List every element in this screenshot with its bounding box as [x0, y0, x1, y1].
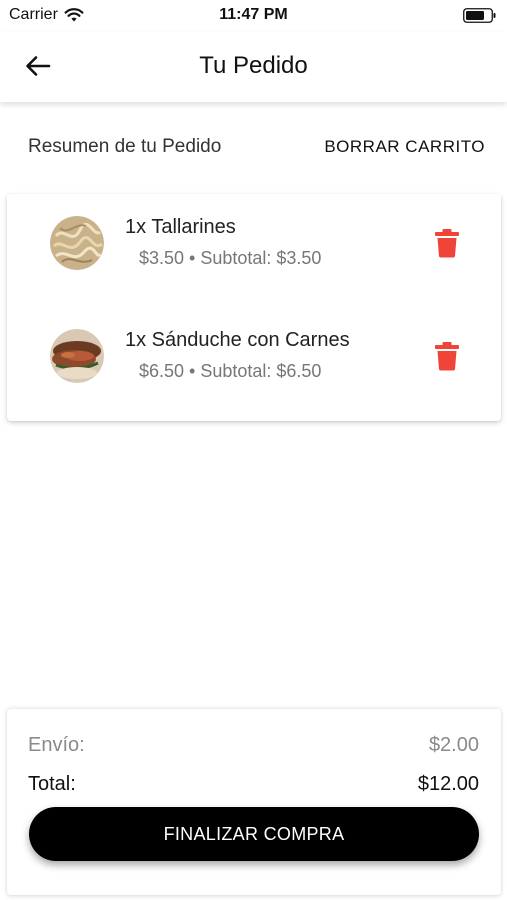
clear-cart-button[interactable]: BORRAR CARRITO [324, 137, 485, 157]
shipping-row: Envío: $2.00 [28, 734, 479, 757]
order-items-card: 1x Tallarines $3.50 • Subtotal: $3.50 1x… [7, 194, 501, 421]
item-thumbnail [50, 329, 104, 383]
shipping-label: Envío: [28, 734, 85, 756]
app-header: Tu Pedido [0, 32, 507, 102]
page-title: Tu Pedido [199, 52, 308, 79]
item-thumbnail [50, 216, 104, 270]
summary-row: Resumen de tu Pedido BORRAR CARRITO [28, 132, 485, 162]
order-item: 1x Tallarines $3.50 • Subtotal: $3.50 [7, 206, 501, 306]
trash-icon[interactable] [434, 228, 460, 258]
totals-panel: Envío: $2.00 Total: $12.00 FINALIZAR COM… [7, 709, 501, 895]
trash-icon[interactable] [434, 341, 460, 371]
status-bar: Carrier 11:47 PM [0, 0, 507, 32]
order-item: 1x Sánduche con Carnes $6.50 • Subtotal:… [7, 319, 501, 419]
battery-icon [463, 8, 496, 23]
item-title: 1x Sánduche con Carnes [125, 329, 350, 351]
pasta-image [50, 216, 104, 270]
summary-label: Resumen de tu Pedido [28, 136, 222, 157]
item-price-subtotal: $3.50 • Subtotal: $3.50 [139, 248, 322, 268]
total-row: Total: $12.00 [28, 773, 479, 796]
item-price-subtotal: $6.50 • Subtotal: $6.50 [139, 361, 322, 381]
shipping-value: $2.00 [428, 734, 479, 756]
total-value: $12.00 [417, 773, 479, 795]
status-time: 11:47 PM [219, 6, 288, 23]
total-label: Total: [28, 773, 76, 795]
sandwich-image [50, 329, 104, 383]
item-title: 1x Tallarines [125, 216, 236, 238]
checkout-button[interactable]: FINALIZAR COMPRA [29, 807, 479, 861]
